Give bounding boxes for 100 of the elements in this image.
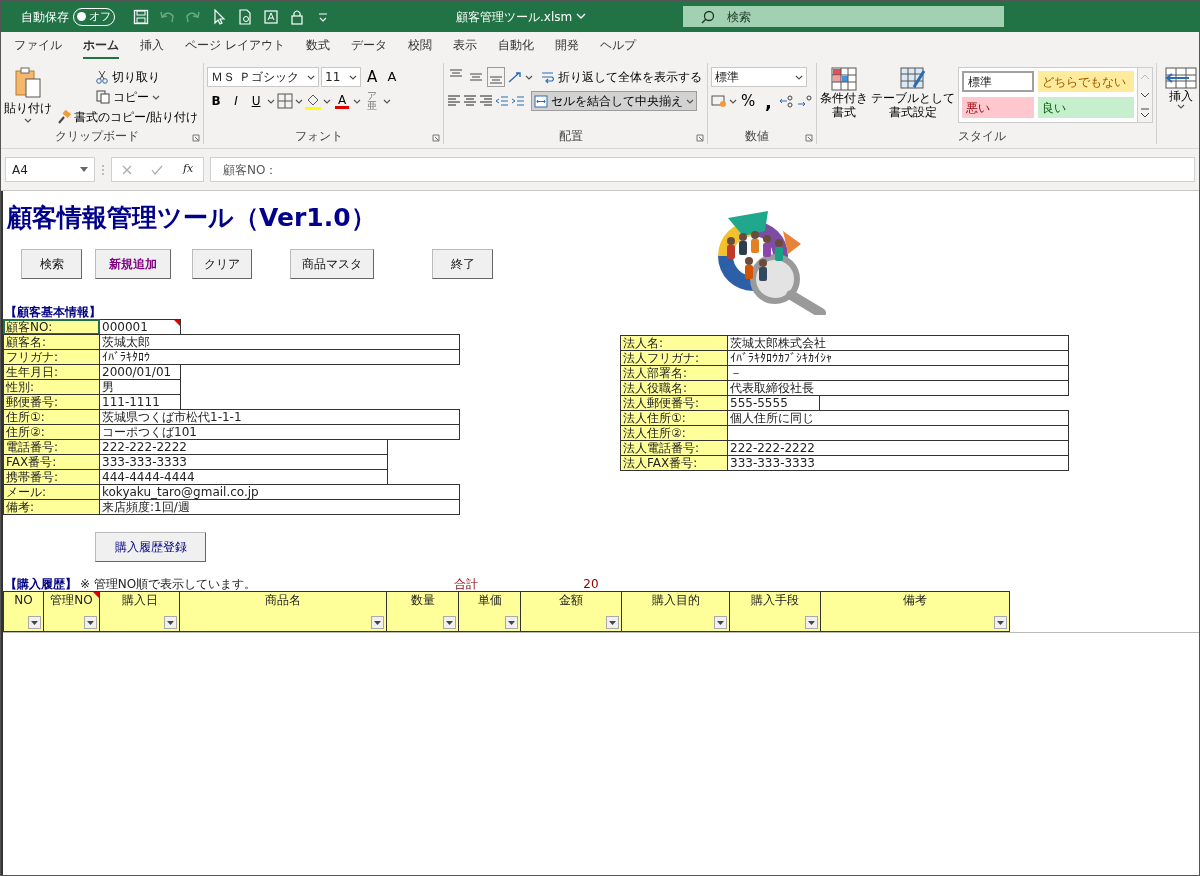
sheet-button[interactable]: 商品マスタ <box>290 249 374 279</box>
register-history-button[interactable]: 購入履歴登録 <box>95 532 206 562</box>
menu-tab[interactable]: ページ レイアウト <box>185 32 285 59</box>
field-label: 住所②: <box>3 424 100 440</box>
launcher-icon[interactable] <box>805 134 814 142</box>
style-swatch[interactable]: どちらでもない <box>1038 71 1135 92</box>
filter-button[interactable] <box>443 616 456 629</box>
decrease-decimal-icon[interactable] <box>797 94 814 108</box>
caret-icon <box>795 73 804 81</box>
name-box[interactable]: A4 <box>5 157 95 182</box>
sheet-button[interactable]: クリア <box>192 249 252 279</box>
conditional-format-button[interactable]: 条件付き 書式 <box>820 67 869 129</box>
filter-button[interactable] <box>164 616 177 629</box>
style-swatch[interactable]: 標準 <box>962 71 1035 92</box>
search-field[interactable]: 検索 <box>683 6 1004 27</box>
field-label: 法人フリガナ: <box>620 350 728 366</box>
merge-icon <box>534 94 549 108</box>
menu-tab[interactable]: 表示 <box>452 32 477 59</box>
menu-tab[interactable]: 校閲 <box>407 32 432 59</box>
save-icon[interactable] <box>133 8 149 25</box>
pointer-icon[interactable] <box>211 8 227 25</box>
insert-button[interactable]: 挿入 <box>1160 67 1199 110</box>
field-label: 住所①: <box>3 409 100 425</box>
filter-button[interactable] <box>84 616 97 629</box>
field-value: 2000/01/01 <box>100 364 181 380</box>
orientation-icon[interactable] <box>507 70 524 84</box>
text-box-icon[interactable] <box>263 8 279 25</box>
field-value: 茨城太郎株式会社 <box>728 335 1069 351</box>
field-label: 法人電話番号: <box>620 440 728 456</box>
group-label: フォント <box>294 129 343 143</box>
phonetic-button[interactable]: ア 亜 <box>363 90 382 112</box>
comma-button[interactable]: , <box>759 91 778 111</box>
sheet-button[interactable]: 新規追加 <box>95 249 171 279</box>
menu-tab[interactable]: 挿入 <box>140 32 164 59</box>
filter-button[interactable] <box>994 616 1007 629</box>
check-icon[interactable] <box>151 164 164 175</box>
field-label: 法人名: <box>620 335 728 351</box>
copy-button[interactable]: コピー <box>55 87 201 107</box>
caret-icon <box>151 93 160 101</box>
paintbrush-icon <box>57 110 71 124</box>
menu-tab[interactable]: 数式 <box>305 32 330 59</box>
fill-color-icon[interactable] <box>305 92 322 110</box>
field-value: 555-5555 <box>728 395 820 411</box>
align-right-icon[interactable] <box>479 94 494 108</box>
chevron-icon[interactable] <box>576 13 587 20</box>
borders-icon[interactable] <box>277 93 294 109</box>
shrink-font-button[interactable]: A <box>383 67 402 87</box>
paste-button[interactable]: 貼り付け <box>4 67 52 129</box>
underline-button[interactable]: U <box>247 91 266 111</box>
launcher-icon[interactable] <box>192 134 201 142</box>
field-label: 法人住所①: <box>620 410 728 426</box>
field-label: 法人部署名: <box>620 365 728 381</box>
caret-icon <box>446 620 453 625</box>
merge-center-button[interactable]: セルを結合して中央揃え <box>531 91 698 111</box>
caret-icon <box>525 73 534 81</box>
menu-tab[interactable]: ファイル <box>14 32 62 59</box>
filter-button[interactable] <box>371 616 384 629</box>
format-table-button[interactable]: テーブルとして 書式設定 <box>871 67 956 129</box>
increase-decimal-icon[interactable] <box>779 94 796 108</box>
cancel-icon[interactable] <box>121 164 132 175</box>
menu-tab[interactable]: 開発 <box>554 32 579 59</box>
number-format-field[interactable]: 標準 <box>711 67 808 87</box>
bold-button[interactable]: B <box>207 91 226 111</box>
align-left-icon[interactable] <box>447 94 462 108</box>
filter-button[interactable] <box>28 616 41 629</box>
font-name-field[interactable]: ＭＳ Ｐゴシック <box>207 67 320 87</box>
align-bottom-button[interactable] <box>487 67 506 87</box>
filter-button[interactable] <box>505 616 518 629</box>
percent-button[interactable]: % <box>739 91 758 111</box>
grip-icon <box>101 162 105 177</box>
insert-function-button[interactable]: fx <box>182 161 194 178</box>
filter-button[interactable] <box>606 616 619 629</box>
filter-button[interactable] <box>805 616 818 629</box>
menu-tab[interactable]: ヘルプ <box>599 32 636 59</box>
italic-button[interactable]: I <box>227 91 246 111</box>
column-header: NO <box>14 593 33 607</box>
font-color-button[interactable]: A <box>333 91 352 111</box>
document-icon[interactable] <box>237 8 253 25</box>
align-center-icon[interactable] <box>463 94 478 108</box>
column-header: 商品名 <box>265 593 301 607</box>
format-painter-button[interactable]: 書式のコピー/貼り付け <box>55 107 201 127</box>
wrap-text-button[interactable]: 折り返して全体を表示する <box>539 67 705 87</box>
field-label: 法人住所②: <box>620 425 728 441</box>
menu-tab[interactable]: データ <box>350 32 387 59</box>
sheet-button[interactable]: 検索 <box>21 249 82 279</box>
launcher-icon[interactable] <box>432 134 441 142</box>
formula-field[interactable]: 顧客NO： <box>210 157 1195 182</box>
menu-tab[interactable]: 自動化 <box>497 32 534 59</box>
launcher-icon[interactable] <box>696 134 705 142</box>
lock-icon[interactable] <box>289 8 305 25</box>
field-value: 来店頻度:1回/週 <box>100 499 460 515</box>
style-swatch[interactable]: 悪い <box>962 97 1035 118</box>
font-size-field[interactable]: 11 <box>321 67 362 87</box>
grow-font-button[interactable]: A <box>363 67 382 87</box>
lines-icon <box>490 76 503 84</box>
filter-button[interactable] <box>714 616 727 629</box>
style-swatch[interactable]: 良い <box>1038 97 1135 118</box>
cut-button[interactable]: 切り取り <box>55 67 201 87</box>
sheet-button[interactable]: 終了 <box>432 249 493 279</box>
field-value: 111-1111 <box>100 394 181 410</box>
